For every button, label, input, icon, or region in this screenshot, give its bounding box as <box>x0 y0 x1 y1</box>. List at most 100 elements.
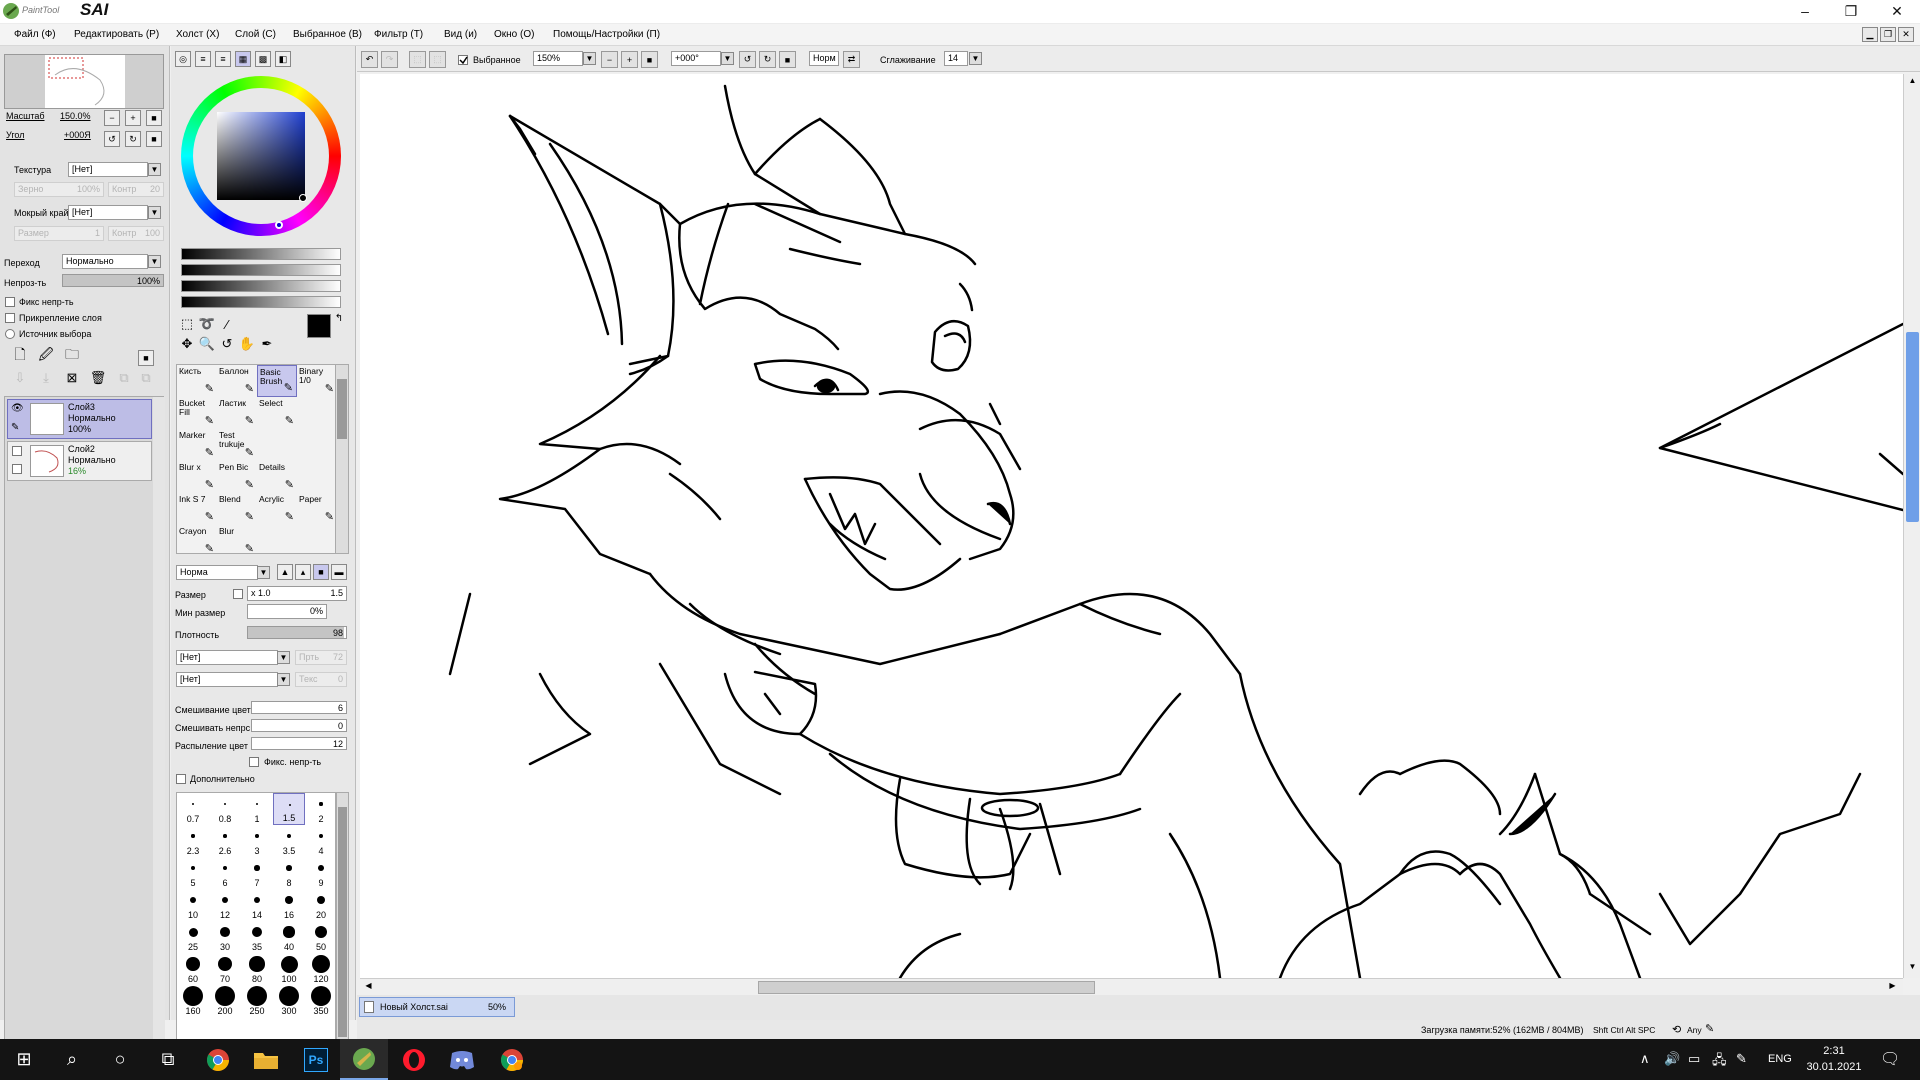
brush-size-cell[interactable]: 8 <box>273 857 305 889</box>
brush-fix-opacity-checkbox[interactable] <box>249 757 259 767</box>
zoom-out-button-icon[interactable]: − <box>601 51 618 68</box>
brush-size-cell[interactable]: 35 <box>241 921 273 953</box>
pen-tray-icon[interactable]: ✎ <box>1736 1051 1747 1067</box>
new-linework-layer-icon[interactable]: 🖉 <box>38 346 54 364</box>
opera-icon[interactable] <box>390 1039 438 1080</box>
size-field[interactable]: x 1.0 1.5 <box>247 586 347 601</box>
brush-size-cell[interactable]: 1.5 <box>273 793 305 825</box>
brush-size-cell[interactable]: 5 <box>177 857 209 889</box>
layer-item[interactable]: 👁 ✎ Слой3 Нормально 100% <box>7 399 152 439</box>
zoom-dropdown-icon[interactable]: ▼ <box>583 52 596 65</box>
task-view-icon[interactable]: ⧉ <box>144 1039 192 1080</box>
tray-expand-icon[interactable]: ∧ <box>1640 1051 1650 1067</box>
min-size-field[interactable]: 0% <box>247 604 327 619</box>
lock-checkbox[interactable] <box>12 464 22 474</box>
brush-shape-soft-icon[interactable]: ▴ <box>295 564 311 580</box>
visibility-checkbox[interactable] <box>12 446 22 456</box>
clip-layer-checkbox[interactable] <box>5 313 15 323</box>
eyedropper-icon[interactable]: ✒ <box>259 336 275 352</box>
pen-lock-icon[interactable]: ✎ <box>11 422 19 433</box>
brush-slot[interactable]: Кисть ✎ <box>177 365 217 397</box>
brush-texture-dropdown-icon[interactable]: ▼ <box>277 673 290 686</box>
move-icon[interactable]: ✥ <box>179 336 195 352</box>
network-icon[interactable]: 🖧 <box>1712 1051 1727 1073</box>
brush-size-cell[interactable]: 10 <box>177 889 209 921</box>
brush-size-cell[interactable]: 25 <box>177 921 209 953</box>
menu-view[interactable]: Вид (и) <box>444 29 477 40</box>
scroll-left-icon[interactable]: ◀ <box>362 981 375 994</box>
menu-file[interactable]: Файл (Ф) <box>14 29 56 40</box>
brush-size-cell[interactable]: 2.6 <box>209 825 241 857</box>
menu-filter[interactable]: Фильтр (Т) <box>374 29 423 40</box>
search-icon[interactable]: ⌕ <box>48 1039 96 1080</box>
zoom-out-icon[interactable]: − <box>104 110 120 126</box>
menu-edit[interactable]: Редактировать (Р) <box>74 29 159 40</box>
mdi-minimize-icon[interactable]: ▁ <box>1862 27 1878 42</box>
menu-canvas[interactable]: Холст (Х) <box>176 29 219 40</box>
scroll-down-icon[interactable]: ▼ <box>1906 962 1919 975</box>
brush-size-cell[interactable]: 7 <box>241 857 273 889</box>
brush-size-cell[interactable]: 12 <box>209 889 241 921</box>
brush-size-cell[interactable]: 1 <box>241 793 273 825</box>
brush-size-cell[interactable]: 9 <box>305 857 335 889</box>
fix-opacity-checkbox[interactable] <box>5 297 15 307</box>
brush-texture-select[interactable]: [Нет] <box>176 672 278 687</box>
brush-size-cell[interactable]: 2.3 <box>177 825 209 857</box>
brush-size-cell[interactable]: 16 <box>273 889 305 921</box>
brush-size-cell[interactable]: 3.5 <box>273 825 305 857</box>
spray-color-slider[interactable]: 12 <box>251 737 347 750</box>
brush-slot[interactable]: Marker ✎ <box>177 429 217 461</box>
magic-wand-icon[interactable]: ⁄ <box>219 316 235 332</box>
brush-slot[interactable] <box>297 397 335 429</box>
brush-slot[interactable]: Acrylic ✎ <box>257 493 297 525</box>
cortana-icon[interactable]: ○ <box>96 1039 144 1080</box>
swatch-tab-icon[interactable]: ▦ <box>235 51 251 67</box>
brush-slot[interactable]: Details ✎ <box>257 461 297 493</box>
rotate-ccw-icon[interactable]: ↺ <box>739 51 756 68</box>
brush-size-cell[interactable]: 250 <box>241 985 273 1017</box>
zoom-in-icon[interactable]: + <box>125 110 141 126</box>
new-layer-icon[interactable]: 🗋 <box>12 346 28 364</box>
undo-icon[interactable]: ↶ <box>361 51 378 68</box>
brush-size-cell[interactable]: 0.7 <box>177 793 209 825</box>
brush-mode-dropdown-icon[interactable]: ▼ <box>257 566 270 579</box>
mdi-restore-icon[interactable]: ❐ <box>1880 27 1896 42</box>
brush-slot[interactable]: Ink S 7 ✎ <box>177 493 217 525</box>
menu-window[interactable]: Окно (О) <box>494 29 534 40</box>
rotate-right-icon[interactable]: ↻ <box>125 131 141 147</box>
photoshop-icon[interactable]: Ps <box>292 1039 340 1080</box>
size-link-checkbox[interactable] <box>233 589 243 599</box>
color-wheel[interactable] <box>181 76 341 236</box>
blend-dropdown-icon[interactable]: ▼ <box>148 255 161 268</box>
layer-scrollbar[interactable] <box>153 397 165 1057</box>
drawing-canvas[interactable] <box>360 74 1903 978</box>
brush-slot[interactable]: Ластик ✎ <box>217 397 257 429</box>
maximize-button[interactable]: ❐ <box>1828 0 1874 22</box>
notifications-icon[interactable]: 🗨 <box>1880 1049 1900 1069</box>
close-button[interactable]: ✕ <box>1874 0 1920 22</box>
brush-slot[interactable]: Баллон ✎ <box>217 365 257 397</box>
brush-shape-dropdown-icon[interactable]: ▼ <box>277 651 290 664</box>
brush-shape-hard-icon[interactable]: ▲ <box>277 564 293 580</box>
color-slider-1[interactable] <box>181 248 341 260</box>
view-mode-button[interactable]: Норм <box>809 51 839 66</box>
brush-size-cell[interactable]: 4 <box>305 825 335 857</box>
brush-slot[interactable] <box>257 429 297 461</box>
brush-slot[interactable]: Crayon ✎ <box>177 525 217 554</box>
palette-tab-icon[interactable]: ▩ <box>255 51 271 67</box>
brush-size-cell[interactable]: 120 <box>305 953 335 985</box>
brush-slot[interactable] <box>257 525 297 553</box>
smoothing-dropdown-icon[interactable]: ▼ <box>969 52 982 65</box>
brush-slot[interactable]: Blend ✎ <box>217 493 257 525</box>
wet-edge-select[interactable]: [Нет] <box>68 205 148 220</box>
scroll-up-icon[interactable]: ▲ <box>1906 76 1919 89</box>
brush-slot[interactable]: Test trukuje ✎ <box>217 429 257 461</box>
brush-grid-scrollbar[interactable] <box>335 364 349 554</box>
layer-opacity-slider[interactable]: 100% <box>62 274 164 287</box>
brush-slot[interactable] <box>297 525 335 553</box>
rotate-cw-icon[interactable]: ↻ <box>759 51 776 68</box>
folder-icon[interactable] <box>242 1039 290 1080</box>
selection-source-radio[interactable] <box>5 329 15 339</box>
navigator[interactable] <box>4 54 164 109</box>
color-slider-3[interactable] <box>181 280 341 292</box>
